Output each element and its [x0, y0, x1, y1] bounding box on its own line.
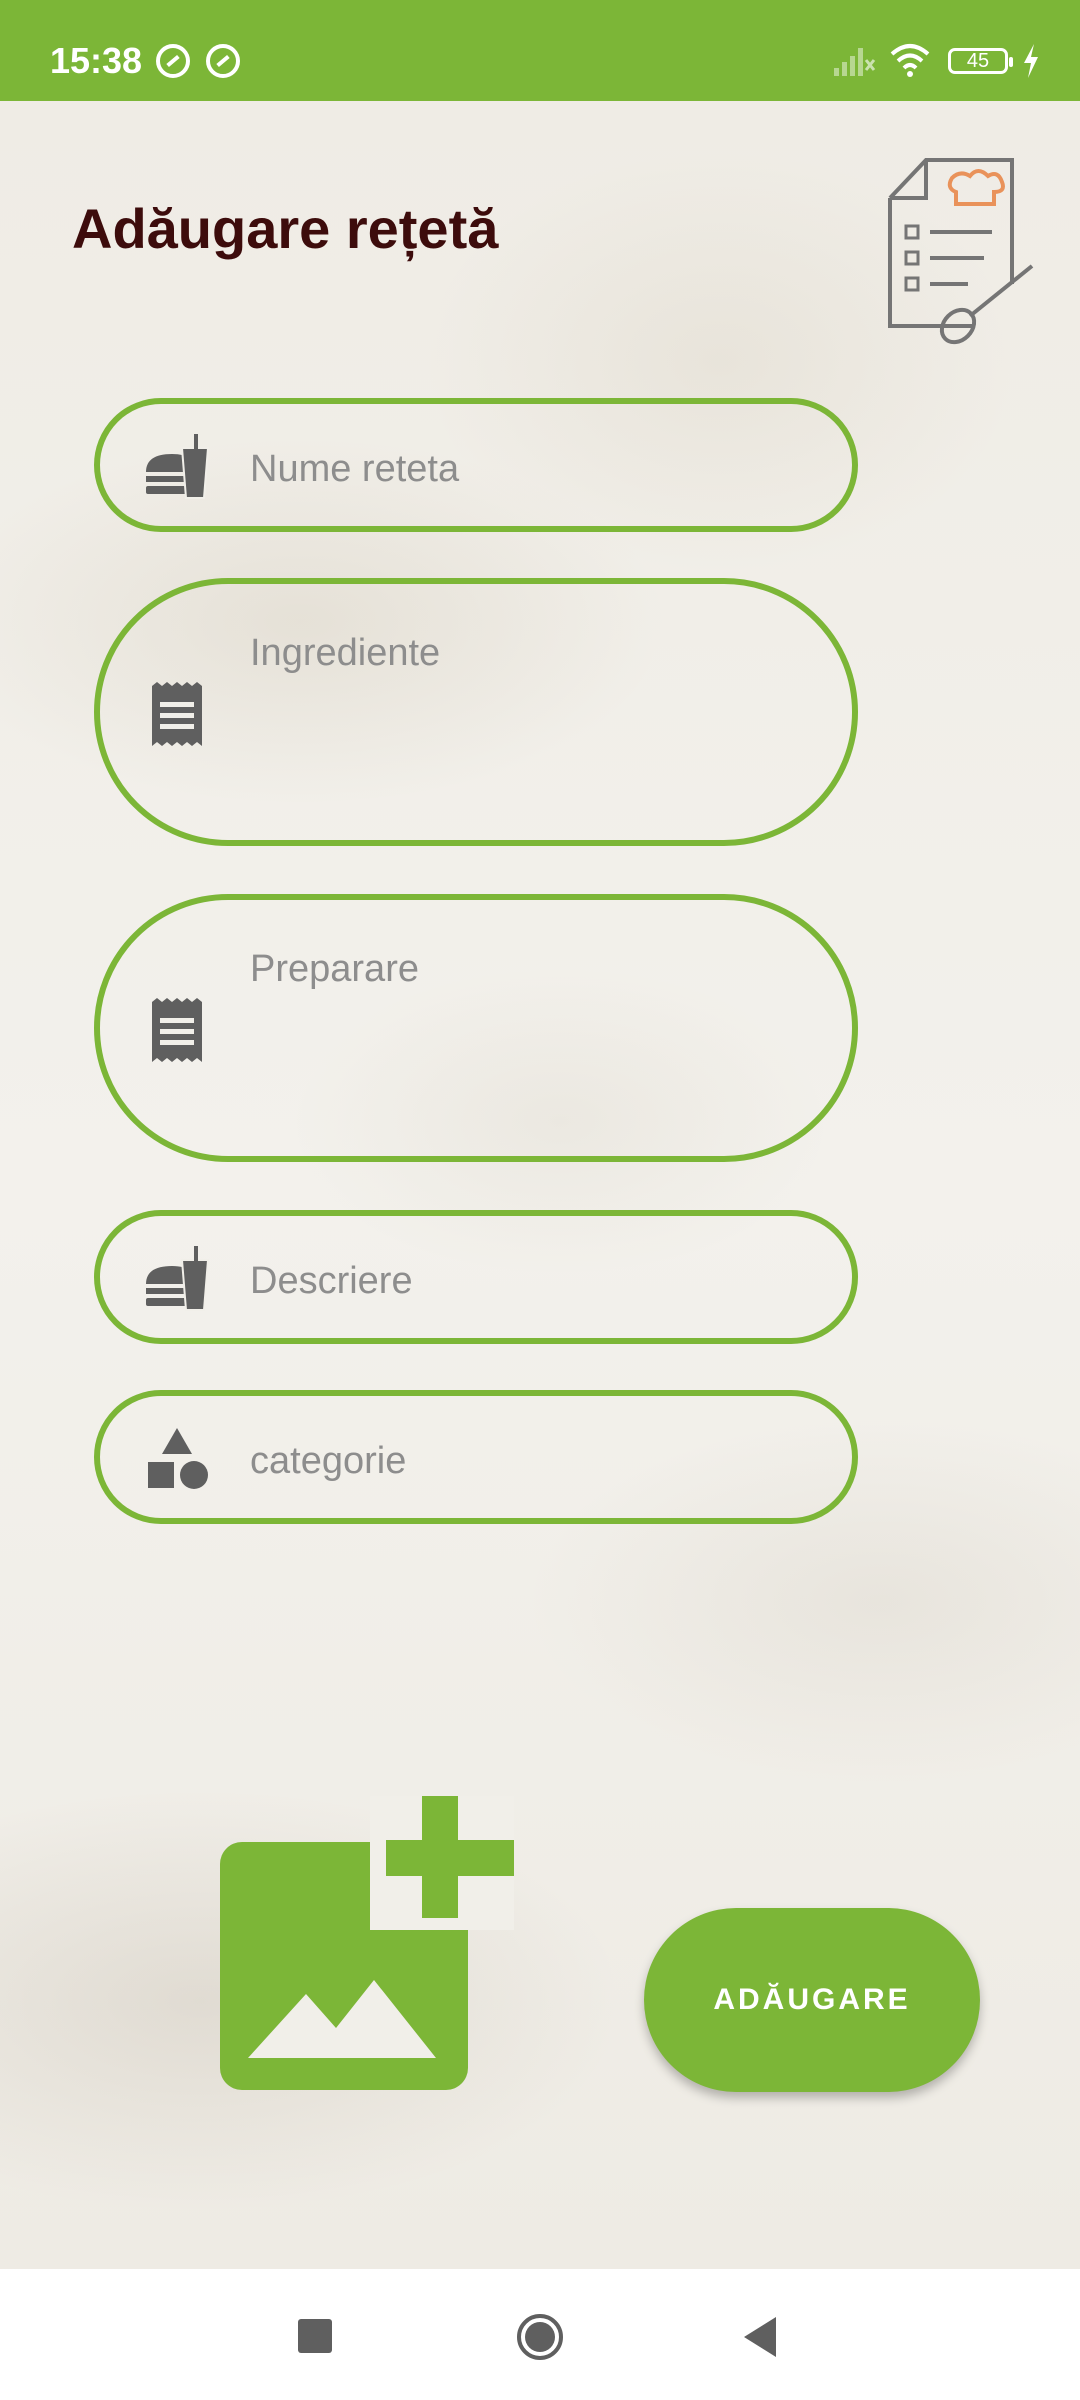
- status-bar: 15:38 45: [0, 0, 1080, 101]
- status-time: 15:38: [50, 40, 143, 81]
- home-button[interactable]: [516, 2313, 564, 2361]
- category-placeholder: categorie: [250, 1440, 407, 1482]
- food-icon: [146, 434, 210, 499]
- add-button[interactable]: ADĂUGARE: [644, 1908, 980, 2092]
- receipt-icon: [152, 682, 202, 746]
- recipe-name-field[interactable]: Nume reteta: [94, 398, 858, 532]
- recipe-list-icon: [888, 158, 1034, 345]
- description-field[interactable]: Descriere: [94, 1210, 858, 1344]
- category-field[interactable]: categorie: [94, 1390, 858, 1524]
- receipt-icon: [152, 998, 202, 1062]
- battery-icon: 45: [948, 48, 1013, 74]
- food-icon: [146, 1246, 210, 1311]
- page-title: Adăugare rețetă: [72, 197, 499, 260]
- recents-button[interactable]: [298, 2319, 332, 2353]
- preparation-placeholder: Preparare: [250, 948, 419, 990]
- add-photo-icon[interactable]: [218, 1796, 514, 2092]
- sync-icon: [156, 44, 190, 78]
- ingredients-placeholder: Ingrediente: [250, 632, 441, 674]
- sync-icon: [206, 44, 240, 78]
- category-shapes-icon: [148, 1428, 208, 1489]
- recipe-name-placeholder: Nume reteta: [250, 448, 460, 490]
- back-button[interactable]: [740, 2315, 780, 2359]
- charging-icon: [1024, 44, 1038, 78]
- ingredients-field[interactable]: Ingrediente: [94, 578, 858, 846]
- wifi-icon: [890, 44, 930, 77]
- description-placeholder: Descriere: [250, 1260, 413, 1302]
- navigation-bar: [0, 2269, 1080, 2400]
- preparation-field[interactable]: Preparare: [94, 894, 858, 1162]
- signal-icon: [834, 48, 876, 76]
